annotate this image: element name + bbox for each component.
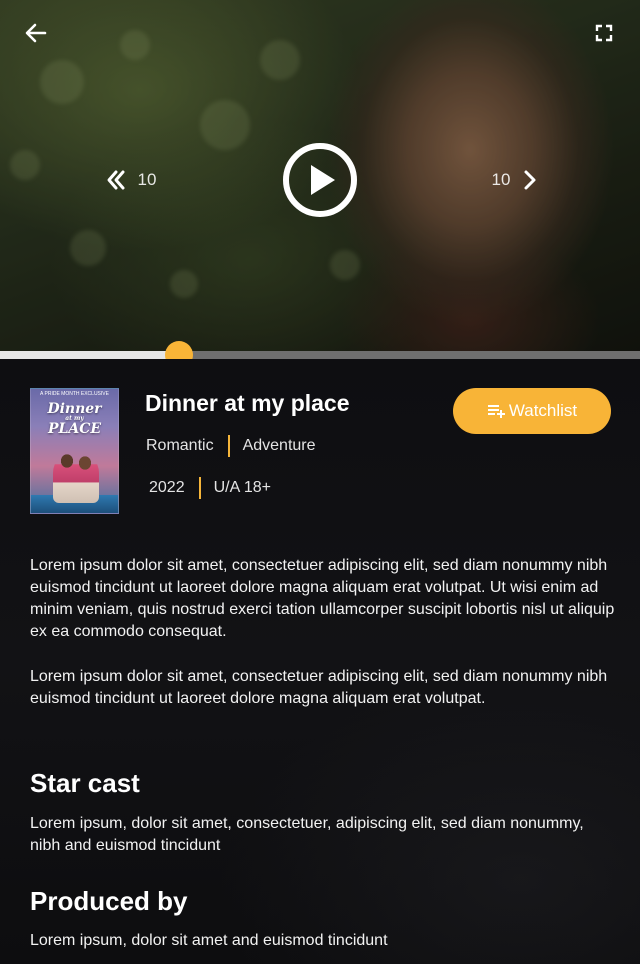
arrow-left-icon (25, 23, 47, 43)
fullscreen-button[interactable] (588, 18, 620, 48)
release-year: 2022 (149, 479, 185, 496)
play-button[interactable] (283, 143, 357, 217)
playlist-add-icon (487, 405, 505, 418)
chevron-left-double-icon (107, 170, 125, 190)
movie-title: Dinner at my place (145, 390, 350, 416)
separator (198, 477, 201, 499)
poster-artwork (53, 451, 99, 503)
forward-button[interactable]: 10 (484, 165, 546, 195)
star-cast-heading: Star cast (30, 768, 140, 798)
genre-tag: Romantic (146, 437, 214, 454)
watchlist-label: Watchlist (508, 401, 578, 420)
age-rating: U/A 18+ (213, 479, 271, 496)
poster-tagline: A PRIDE MONTH EXCLUSIVE (40, 391, 109, 397)
genre-tag: Adventure (242, 437, 316, 454)
seek-bar[interactable] (0, 341, 640, 369)
seek-bar-played (0, 351, 180, 359)
separator (227, 435, 230, 457)
play-icon (310, 165, 335, 195)
description-paragraph: Lorem ipsum dolor sit amet, consectetuer… (30, 668, 608, 707)
movie-details: A PRIDE MONTH EXCLUSIVE Dinner at my PLA… (0, 359, 640, 964)
fullscreen-icon (595, 24, 613, 42)
star-cast-text: Lorem ipsum, dolor sit amet, consectetue… (30, 815, 584, 854)
movie-info: 2022 U/A 18+ (149, 476, 271, 500)
rewind-seconds: 10 (137, 170, 157, 189)
produced-by-heading: Produced by (30, 886, 188, 916)
forward-seconds: 10 (491, 170, 511, 189)
rewind-button[interactable]: 10 (100, 165, 162, 195)
back-button[interactable] (20, 18, 52, 48)
description-paragraph: Lorem ipsum dolor sit amet, consectetuer… (30, 557, 615, 640)
add-to-watchlist-button[interactable]: Watchlist (453, 388, 611, 434)
produced-by-text: Lorem ipsum, dolor sit amet and euismod … (30, 932, 388, 949)
video-player[interactable]: 10 10 (0, 0, 640, 352)
movie-poster[interactable]: A PRIDE MONTH EXCLUSIVE Dinner at my PLA… (30, 388, 119, 514)
poster-title: Dinner at my PLACE (47, 401, 102, 437)
chevron-right-icon (524, 170, 536, 190)
genre-list: Romantic Adventure (146, 434, 316, 458)
